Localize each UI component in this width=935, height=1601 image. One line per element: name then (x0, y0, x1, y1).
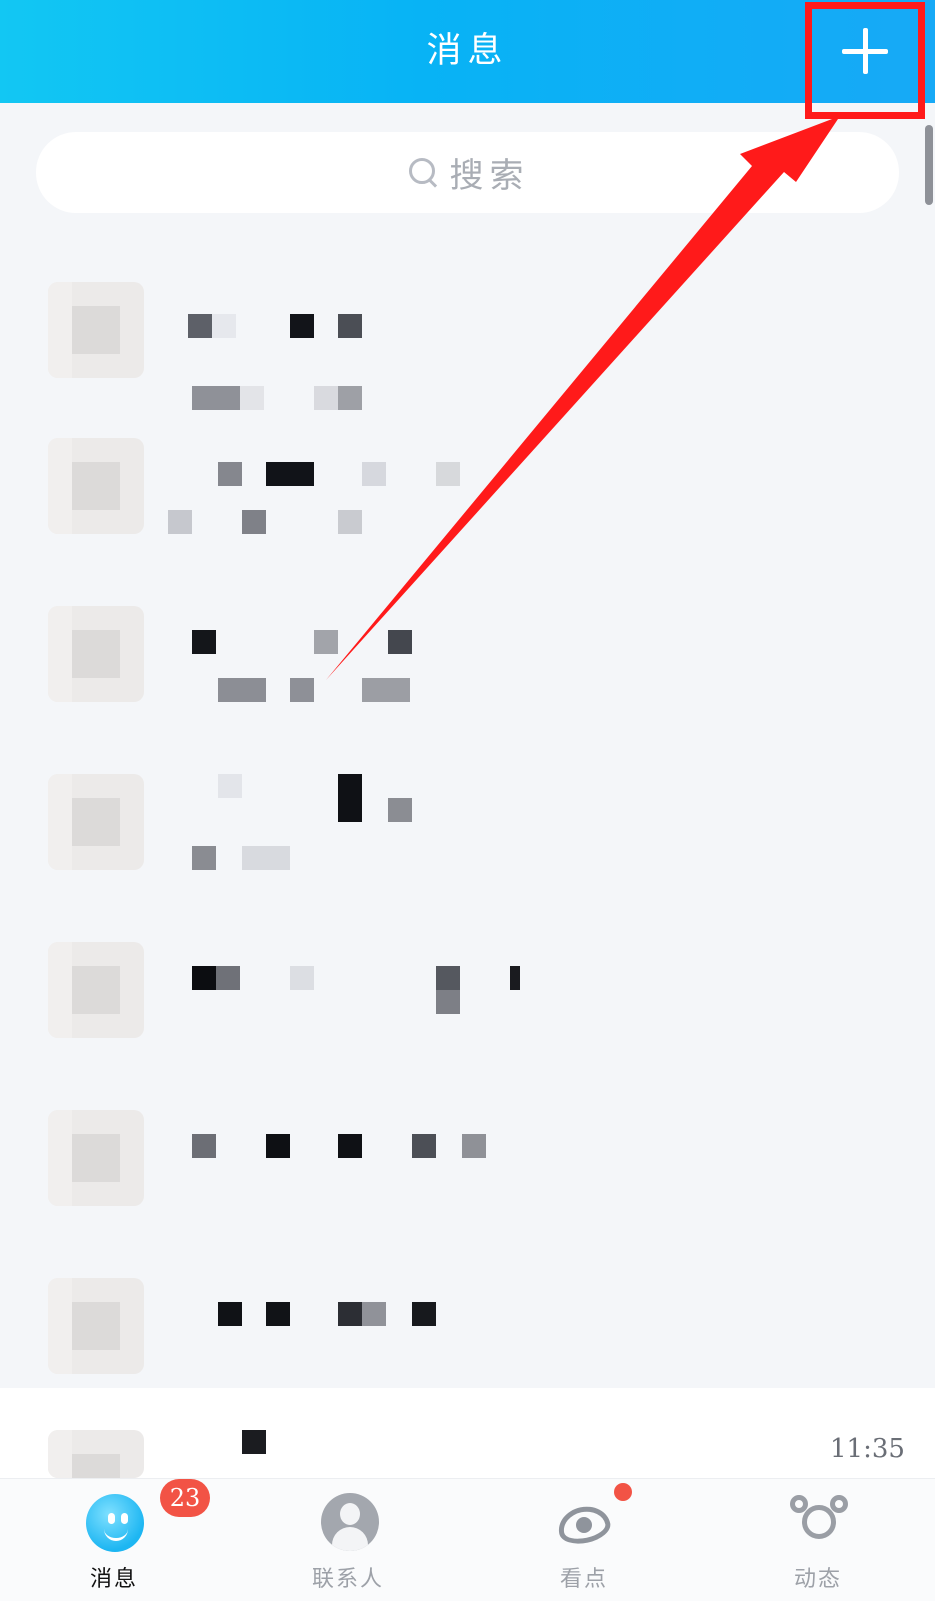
list-item[interactable] (0, 258, 935, 426)
watch-eye-icon (554, 1501, 618, 1549)
redacted-name (188, 314, 212, 338)
tab-contacts[interactable]: 联系人 (258, 1479, 438, 1601)
search-bar[interactable]: 搜索 (36, 132, 899, 213)
list-item[interactable] (0, 762, 935, 930)
list-item[interactable] (0, 930, 935, 1098)
list-item[interactable] (0, 426, 935, 594)
tab-label: 联系人 (311, 1567, 384, 1592)
title-bar: 消息 (0, 0, 935, 103)
redacted-name (242, 1430, 266, 1454)
avatar (48, 942, 144, 1038)
redacted-preview (168, 510, 192, 534)
unread-badge: 23 (160, 1479, 210, 1517)
list-item[interactable] (0, 1098, 935, 1266)
scrollbar[interactable] (925, 125, 933, 205)
page-title: 消息 (426, 31, 509, 71)
avatar (48, 438, 144, 534)
redacted-preview (192, 846, 216, 870)
tab-label: 消息 (89, 1567, 138, 1592)
avatar (48, 1278, 144, 1374)
redacted-name (218, 1302, 242, 1326)
redacted-preview (192, 386, 240, 410)
dynamics-icon (790, 1495, 848, 1549)
tab-messages[interactable]: 23 消息 (24, 1479, 210, 1601)
tab-dynamics[interactable]: 动态 (728, 1479, 908, 1601)
bottom-tab-bar: 23 消息 联系人 看点 动态 (0, 1478, 935, 1601)
list-item[interactable] (0, 594, 935, 762)
tab-label: 动态 (793, 1567, 842, 1592)
redacted-name (218, 462, 242, 486)
redacted-preview (218, 678, 266, 702)
avatar (48, 774, 144, 870)
list-item[interactable] (0, 1388, 935, 1478)
avatar (48, 1110, 144, 1206)
search-icon (406, 156, 440, 190)
redacted-name (192, 630, 216, 654)
search-placeholder: 搜索 (449, 156, 530, 196)
redacted-name (192, 1134, 216, 1158)
avatar (48, 1430, 144, 1478)
tab-watch[interactable]: 看点 (494, 1479, 674, 1601)
redacted-name (338, 774, 362, 822)
tab-label: 看点 (559, 1567, 608, 1592)
avatar (48, 282, 144, 378)
contacts-icon (321, 1493, 379, 1551)
annotation-highlight-box (805, 2, 925, 119)
notification-dot (614, 1483, 632, 1501)
message-face-icon (86, 1494, 144, 1552)
timestamp: 11:35 (830, 1434, 905, 1464)
redacted-name (192, 966, 216, 990)
avatar (48, 606, 144, 702)
